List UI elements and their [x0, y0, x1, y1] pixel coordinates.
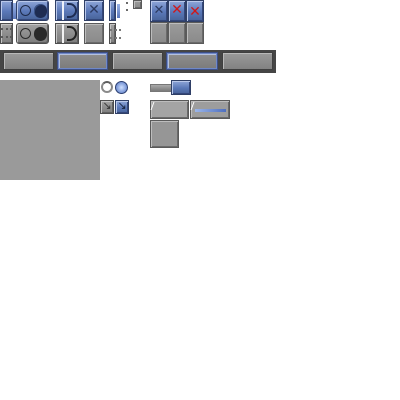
arrow-button-blue[interactable]: ↘	[115, 99, 129, 114]
toggle-knob	[34, 4, 47, 18]
progress-indicator	[195, 109, 226, 112]
pill-round-end	[67, 26, 77, 41]
text-field[interactable]	[150, 100, 189, 119]
radio-ring-icon	[20, 5, 31, 16]
scroll-thumb-blue-edge	[117, 4, 120, 18]
field-edge-mark	[150, 102, 155, 110]
radio-ring-icon	[20, 28, 31, 39]
tab-normal[interactable]	[112, 52, 163, 70]
scroll-thumb-blue[interactable]	[109, 0, 116, 21]
size-grip-square[interactable]	[133, 0, 142, 9]
corner-dot	[126, 2, 128, 4]
titlebar-close-grey[interactable]	[168, 22, 186, 44]
arrow-icon: ↘	[117, 99, 127, 112]
pill-segment-blue[interactable]	[55, 0, 79, 21]
radio-toggle-blue[interactable]	[16, 0, 49, 21]
titlebar-close-blue-hover[interactable]: ✕	[168, 0, 186, 22]
panel-background	[0, 80, 100, 180]
tab-selected[interactable]	[166, 52, 218, 70]
close-icon: ✕	[189, 4, 201, 20]
tab-normal[interactable]	[222, 52, 273, 70]
checkbox-dash-lines	[1, 28, 12, 38]
toggle-knob	[34, 27, 47, 41]
pill-left-divider	[62, 24, 64, 43]
scrollbar-track[interactable]	[150, 84, 172, 92]
pill-round-end	[67, 3, 77, 18]
arrow-icon: ↘	[102, 99, 112, 112]
scroll-grip-lines	[110, 29, 121, 39]
refresh-icon-active[interactable]	[115, 81, 128, 94]
scrollbar-button[interactable]	[171, 80, 191, 95]
arrow-button-grey[interactable]: ↘	[100, 99, 114, 114]
preview-square	[150, 120, 179, 148]
radio-toggle-grey[interactable]	[16, 23, 49, 44]
titlebar-close-blue[interactable]: ✕	[150, 0, 168, 22]
checkbox-sprite-blue[interactable]	[0, 0, 13, 21]
tab-selected[interactable]	[57, 52, 108, 70]
close-icon: ✕	[88, 2, 100, 18]
corner-dot	[126, 9, 128, 11]
field-edge-mark	[190, 102, 195, 110]
tab-normal[interactable]	[3, 52, 54, 70]
pill-left-divider	[62, 1, 64, 20]
titlebar-close-grey[interactable]	[186, 22, 204, 44]
close-icon: ✕	[171, 2, 183, 18]
refresh-icon[interactable]	[101, 81, 113, 93]
progress-field[interactable]	[190, 100, 230, 119]
titlebar-close-grey[interactable]	[150, 22, 168, 44]
close-button-blue[interactable]: ✕	[84, 0, 104, 21]
titlebar-close-blue-pressed[interactable]: ✕	[186, 0, 204, 22]
close-icon: ✕	[153, 3, 165, 18]
close-button-grey[interactable]	[84, 23, 104, 44]
pill-segment-grey[interactable]	[55, 23, 79, 44]
